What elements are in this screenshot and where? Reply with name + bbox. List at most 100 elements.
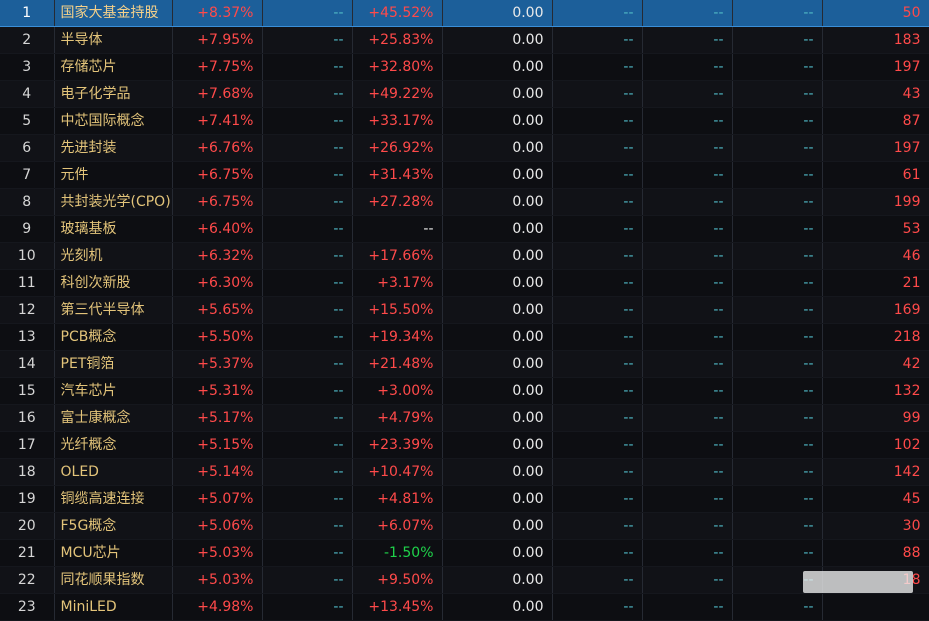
constituent-count: 88	[822, 539, 929, 567]
col-3-value: --	[262, 53, 353, 81]
table-row[interactable]: 15 汽车芯片 +5.31% -- +3.00% 0.00 -- -- -- 132	[0, 377, 929, 405]
table-row[interactable]: 11 科创次新股 +6.30% -- +3.17% 0.00 -- -- -- 21	[0, 269, 929, 297]
table-row[interactable]: 21 MCU芯片 +5.03% -- -1.50% 0.00 -- -- -- 88	[0, 539, 929, 567]
col-6-value: --	[552, 80, 643, 108]
row-index: 11	[0, 269, 55, 297]
col-4-value: +32.80%	[352, 53, 443, 81]
table-row[interactable]: 20 F5G概念 +5.06% -- +6.07% 0.00 -- -- -- 30	[0, 512, 929, 540]
col-7-value: --	[642, 53, 733, 81]
col-8-value: --	[732, 458, 823, 486]
row-index: 23	[0, 593, 55, 621]
row-index: 14	[0, 350, 55, 378]
col-5-value: 0.00	[442, 107, 553, 135]
table-row[interactable]: 23 MiniLED +4.98% -- +13.45% 0.00 -- -- --	[0, 593, 929, 621]
col-5-value: 0.00	[442, 215, 553, 243]
table-row[interactable]: 1 国家大基金持股 +8.37% -- +45.52% 0.00 -- -- -- 50	[0, 0, 929, 27]
col-5-value: 0.00	[442, 458, 553, 486]
col-5-value: 0.00	[442, 593, 553, 621]
sector-name: F5G概念	[54, 512, 173, 540]
change-percent: +5.06%	[172, 512, 263, 540]
col-8-value: --	[732, 566, 823, 594]
col-4-value: +27.28%	[352, 188, 443, 216]
col-6-value: --	[552, 512, 643, 540]
table-row[interactable]: 10 光刻机 +6.32% -- +17.66% 0.00 -- -- -- 46	[0, 242, 929, 270]
table-row[interactable]: 17 光纤概念 +5.15% -- +23.39% 0.00 -- -- -- 102	[0, 431, 929, 459]
constituent-count: 45	[822, 485, 929, 513]
col-5-value: 0.00	[442, 296, 553, 324]
col-8-value: --	[732, 431, 823, 459]
col-6-value: --	[552, 296, 643, 324]
col-6-value: --	[552, 269, 643, 297]
change-percent: +6.40%	[172, 215, 263, 243]
col-5-value: 0.00	[442, 350, 553, 378]
change-percent: +5.37%	[172, 350, 263, 378]
col-6-value: --	[552, 161, 643, 189]
col-5-value: 0.00	[442, 566, 553, 594]
change-percent: +6.75%	[172, 188, 263, 216]
col-4-value: +23.39%	[352, 431, 443, 459]
constituent-count: 169	[822, 296, 929, 324]
row-index: 12	[0, 296, 55, 324]
col-6-value: --	[552, 215, 643, 243]
col-4-value: -1.50%	[352, 539, 443, 567]
col-7-value: --	[642, 377, 733, 405]
constituent-count: 30	[822, 512, 929, 540]
table-row[interactable]: 5 中芯国际概念 +7.41% -- +33.17% 0.00 -- -- -- 87	[0, 107, 929, 135]
table-row[interactable]: 14 PET铜箔 +5.37% -- +21.48% 0.00 -- -- -- 42	[0, 350, 929, 378]
sector-name: 光纤概念	[54, 431, 173, 459]
table-row[interactable]: 12 第三代半导体 +5.65% -- +15.50% 0.00 -- -- -- 169	[0, 296, 929, 324]
col-8-value: --	[732, 377, 823, 405]
constituent-count: 87	[822, 107, 929, 135]
table-row[interactable]: 8 共封装光学(CPO) +6.75% -- +27.28% 0.00 -- -- -- 199	[0, 188, 929, 216]
col-4-value: --	[352, 215, 443, 243]
constituent-count: 61	[822, 161, 929, 189]
row-index: 5	[0, 107, 55, 135]
col-7-value: --	[642, 161, 733, 189]
col-6-value: --	[552, 431, 643, 459]
row-index: 7	[0, 161, 55, 189]
table-row[interactable]: 6 先进封装 +6.76% -- +26.92% 0.00 -- -- -- 197	[0, 134, 929, 162]
constituent-count: 18	[822, 566, 929, 594]
table-row[interactable]: 13 PCB概念 +5.50% -- +19.34% 0.00 -- -- -- 218	[0, 323, 929, 351]
col-3-value: --	[262, 593, 353, 621]
table-row[interactable]: 19 铜缆高速连接 +5.07% -- +4.81% 0.00 -- -- -- 45	[0, 485, 929, 513]
change-percent: +6.30%	[172, 269, 263, 297]
table-row[interactable]: 18 OLED +5.14% -- +10.47% 0.00 -- -- -- 142	[0, 458, 929, 486]
col-3-value: --	[262, 134, 353, 162]
change-percent: +7.41%	[172, 107, 263, 135]
constituent-count: 218	[822, 323, 929, 351]
col-3-value: --	[262, 188, 353, 216]
col-3-value: --	[262, 296, 353, 324]
col-6-value: --	[552, 242, 643, 270]
col-3-value: --	[262, 485, 353, 513]
col-8-value: --	[732, 593, 823, 621]
change-percent: +5.15%	[172, 431, 263, 459]
col-3-value: --	[262, 512, 353, 540]
table-row[interactable]: 7 元件 +6.75% -- +31.43% 0.00 -- -- -- 61	[0, 161, 929, 189]
constituent-count: 197	[822, 134, 929, 162]
col-7-value: --	[642, 107, 733, 135]
table-row[interactable]: 22 同花顺果指数 +5.03% -- +9.50% 0.00 -- -- -- 18	[0, 566, 929, 594]
table-row[interactable]: 2 半导体 +7.95% -- +25.83% 0.00 -- -- -- 183	[0, 26, 929, 54]
table-row[interactable]: 3 存储芯片 +7.75% -- +32.80% 0.00 -- -- -- 197	[0, 53, 929, 81]
change-percent: +8.37%	[172, 0, 263, 27]
col-4-value: +9.50%	[352, 566, 443, 594]
col-4-value: +17.66%	[352, 242, 443, 270]
table-row[interactable]: 9 玻璃基板 +6.40% -- -- 0.00 -- -- -- 53	[0, 215, 929, 243]
col-5-value: 0.00	[442, 53, 553, 81]
col-3-value: --	[262, 161, 353, 189]
table-row[interactable]: 4 电子化学品 +7.68% -- +49.22% 0.00 -- -- -- 43	[0, 80, 929, 108]
row-index: 6	[0, 134, 55, 162]
change-percent: +7.68%	[172, 80, 263, 108]
constituent-count: 42	[822, 350, 929, 378]
col-7-value: --	[642, 350, 733, 378]
table-row[interactable]: 16 富士康概念 +5.17% -- +4.79% 0.00 -- -- -- 99	[0, 404, 929, 432]
col-7-value: --	[642, 404, 733, 432]
change-percent: +5.50%	[172, 323, 263, 351]
col-3-value: --	[262, 215, 353, 243]
col-8-value: --	[732, 512, 823, 540]
change-percent: +4.98%	[172, 593, 263, 621]
col-5-value: 0.00	[442, 323, 553, 351]
change-percent: +7.75%	[172, 53, 263, 81]
sector-name: 同花顺果指数	[54, 566, 173, 594]
